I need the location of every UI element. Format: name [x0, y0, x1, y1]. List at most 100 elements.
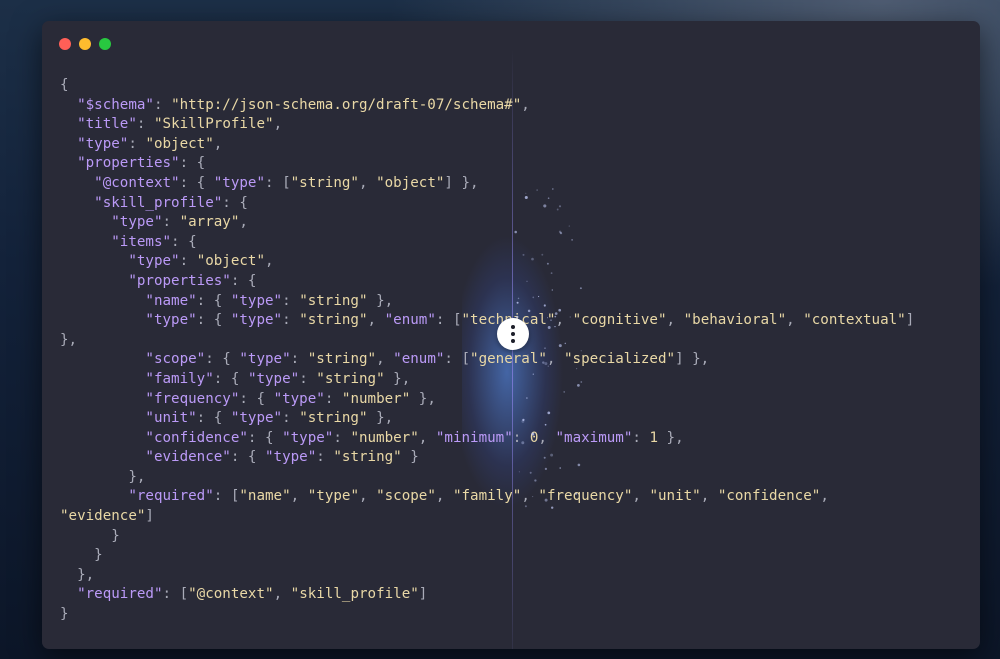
- json-punctuation: },: [60, 331, 78, 348]
- json-punctuation: [60, 253, 128, 269]
- json-key: "required": [128, 488, 214, 505]
- json-key: "type": [111, 214, 163, 231]
- json-punctuation: : {: [239, 390, 274, 407]
- json-punctuation: :: [333, 429, 351, 446]
- json-punctuation: :: [290, 351, 308, 368]
- comparison-slider-handle[interactable]: [497, 318, 529, 350]
- json-key: "confidence": [145, 429, 248, 446]
- json-punctuation: [60, 195, 94, 211]
- code-line: "properties": {: [60, 154, 914, 174]
- json-value: "http://json-schema.org/draft-07/schema#…: [171, 96, 522, 113]
- code-line: "evidence"]: [60, 507, 914, 527]
- json-key: "skill_profile": [94, 194, 223, 211]
- json-key: "unit": [145, 410, 197, 427]
- json-punctuation: ,: [376, 351, 394, 368]
- json-punctuation: },: [658, 429, 684, 446]
- json-punctuation: :: [512, 429, 530, 446]
- json-value: "object": [376, 174, 445, 191]
- json-value: "number": [350, 429, 419, 446]
- json-punctuation: ,: [521, 488, 539, 505]
- json-punctuation: :: [162, 214, 180, 231]
- json-punctuation: [60, 371, 145, 387]
- close-button[interactable]: [59, 38, 71, 50]
- code-line: {: [60, 76, 914, 96]
- json-punctuation: ]: [905, 312, 915, 329]
- json-punctuation: [60, 155, 77, 171]
- json-value: "specialized": [564, 351, 676, 368]
- code-line: "items": {: [60, 233, 914, 253]
- code-line: },: [60, 566, 914, 586]
- json-value: "type": [307, 488, 359, 505]
- json-punctuation: [60, 234, 111, 250]
- json-punctuation: ,: [555, 312, 573, 329]
- json-punctuation: : [: [444, 351, 471, 368]
- json-key: "type": [230, 292, 283, 309]
- code-line: "required": ["@context", "skill_profile"…: [60, 585, 914, 605]
- json-value: "string": [316, 370, 385, 387]
- json-punctuation: },: [384, 370, 411, 387]
- json-key: "type": [230, 312, 283, 329]
- code-line: "unit": { "type": "string" },: [60, 409, 914, 429]
- code-line: "required": ["name", "type", "scope", "f…: [60, 487, 914, 507]
- code-line: }: [60, 546, 914, 566]
- code-line: "type": "object",: [60, 252, 914, 272]
- json-punctuation: : [: [213, 488, 240, 505]
- json-punctuation: ,: [358, 488, 377, 505]
- json-punctuation: }: [60, 547, 103, 564]
- json-key: "required": [77, 586, 163, 603]
- json-value: "SkillProfile": [153, 116, 274, 133]
- json-punctuation: : [: [435, 312, 462, 329]
- json-punctuation: ,: [239, 214, 248, 231]
- json-value: "name": [239, 488, 291, 505]
- json-key: "$schema": [77, 96, 154, 113]
- json-value: "contextual": [803, 312, 906, 329]
- json-punctuation: },: [367, 410, 394, 427]
- json-punctuation: [60, 586, 77, 602]
- json-value: "string": [307, 351, 377, 368]
- json-value: "string": [290, 174, 359, 191]
- json-key: "type": [273, 390, 325, 407]
- json-value: "frequency": [538, 488, 633, 505]
- json-key: "type": [77, 135, 129, 152]
- json-key: "enum": [393, 351, 445, 368]
- json-value: "object": [196, 253, 266, 270]
- code-window: { "$schema": "http://json-schema.org/dra…: [42, 21, 980, 649]
- code-line: "properties": {: [60, 272, 914, 292]
- minimize-button[interactable]: [79, 38, 91, 50]
- json-key: "type": [145, 312, 197, 329]
- json-key: "evidence": [145, 449, 231, 466]
- json-punctuation: ,: [265, 253, 274, 270]
- json-key: "type": [213, 174, 266, 191]
- json-key: "properties": [128, 272, 231, 289]
- code-line: "scope": { "type": "string", "enum": ["g…: [60, 350, 914, 370]
- code-line: "title": "SkillProfile",: [60, 115, 914, 135]
- json-punctuation: : {: [213, 370, 248, 387]
- json-key: "frequency": [145, 390, 240, 407]
- json-punctuation: ,: [632, 488, 650, 505]
- json-punctuation: ,: [820, 488, 829, 505]
- json-punctuation: },: [60, 468, 146, 485]
- json-key: "scope": [145, 351, 206, 368]
- json-punctuation: [60, 449, 145, 465]
- json-punctuation: [60, 410, 145, 426]
- code-line: "evidence": { "type": "string" }: [60, 448, 914, 468]
- json-punctuation: :: [136, 116, 154, 133]
- code-line: "@context": { "type": ["string", "object…: [60, 174, 914, 194]
- json-key: "type": [282, 429, 334, 446]
- json-punctuation: ,: [666, 312, 684, 329]
- json-punctuation: : {: [196, 312, 231, 329]
- json-punctuation: : {: [247, 429, 283, 446]
- json-key: "minimum": [435, 429, 513, 446]
- json-punctuation: :: [299, 370, 317, 387]
- maximize-button[interactable]: [99, 38, 111, 50]
- json-value: "@context": [188, 586, 274, 603]
- json-key: "@context": [94, 174, 180, 191]
- json-key: "type": [128, 253, 180, 270]
- json-value: 1: [649, 429, 658, 446]
- json-punctuation: ,: [538, 429, 556, 446]
- json-code-block: { "$schema": "http://json-schema.org/dra…: [60, 76, 914, 625]
- json-key: "type": [239, 351, 291, 368]
- code-line: "type": "object",: [60, 135, 914, 155]
- json-punctuation: :: [282, 292, 300, 309]
- json-key: "name": [145, 292, 197, 309]
